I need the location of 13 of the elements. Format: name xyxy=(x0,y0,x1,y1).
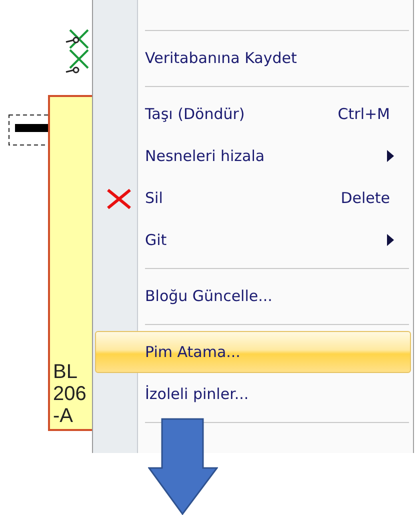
close-icon xyxy=(106,188,132,210)
menu-item[interactable]: Taşı (Döndür) Ctrl+M xyxy=(95,93,411,135)
down-arrow-icon xyxy=(148,418,218,515)
block-label: -A xyxy=(53,405,74,427)
menu-item[interactable]: İzoleli pinler... xyxy=(95,373,411,415)
block-label: 206 xyxy=(53,383,88,405)
menu-item[interactable]: Sil Delete xyxy=(95,177,411,219)
menu-item[interactable]: Veritabanına Kaydet xyxy=(95,37,411,79)
menu-item[interactable]: Pim Atama... xyxy=(95,331,411,373)
menu-item[interactable]: Bloğu Güncelle... xyxy=(95,275,411,317)
menu-item[interactable]: Git xyxy=(95,219,411,261)
block-label: BL xyxy=(53,361,78,383)
menu-item[interactable]: Nesneleri hizala xyxy=(95,135,411,177)
